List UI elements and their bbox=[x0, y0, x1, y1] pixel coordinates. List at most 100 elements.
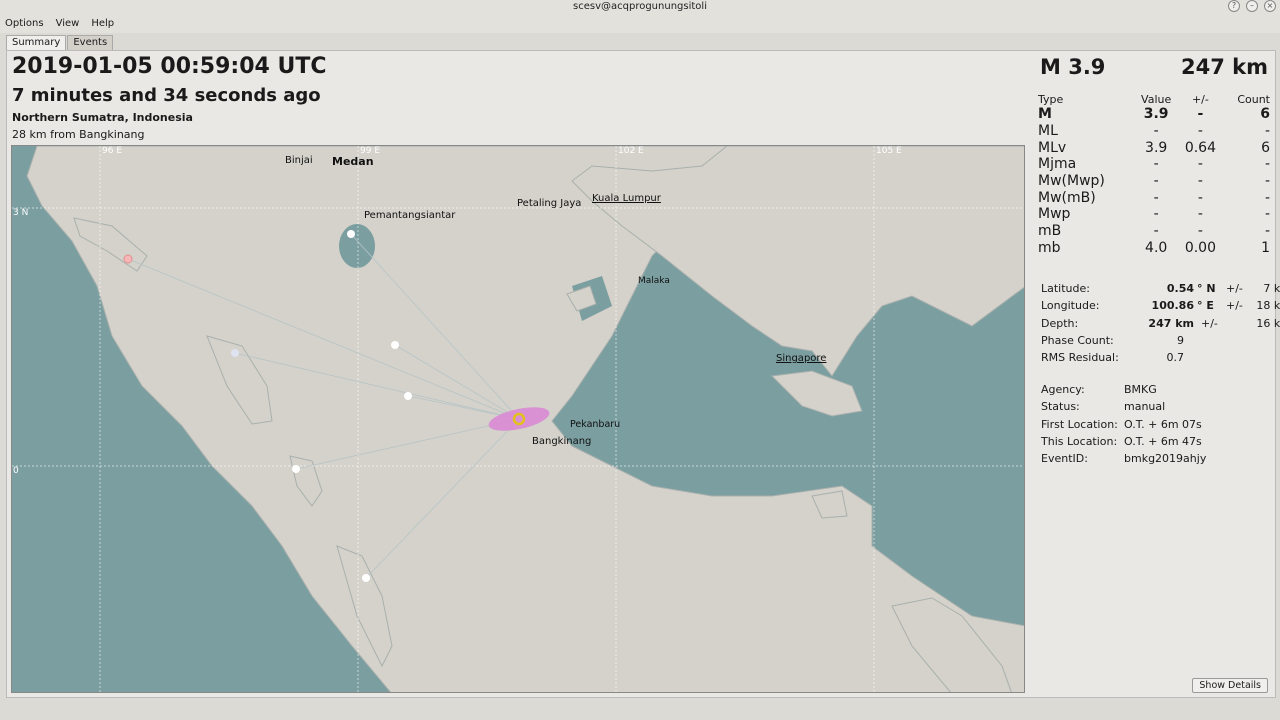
menu-view[interactable]: View bbox=[56, 18, 80, 29]
magnitude-cell-count: 1 bbox=[1261, 239, 1270, 256]
magnitude-row: MLv 3.9 0.64 6 bbox=[1038, 139, 1270, 156]
grid-label-lon: 105 E bbox=[876, 146, 902, 156]
station-marker bbox=[347, 230, 355, 238]
magnitude-cell-count: - bbox=[1264, 223, 1270, 240]
city-label-medan: Medan bbox=[332, 155, 374, 168]
magnitude-row: M 3.9 - 6 bbox=[1038, 106, 1270, 123]
magnitude-cell-type: mb bbox=[1038, 239, 1061, 256]
city-label-malaka: Malaka bbox=[638, 276, 670, 286]
city-label-pekanbaru: Pekanbaru bbox=[570, 419, 621, 430]
magnitude-cell-type: Mw(mB) bbox=[1038, 189, 1096, 206]
minimize-window-icon[interactable]: – bbox=[1246, 0, 1258, 12]
magnitude-table: Type Value +/- Count M 3.9-6 ML - - - MLv 3.9 0.… bbox=[1038, 93, 1270, 256]
magnitude-cell-err: - bbox=[1197, 206, 1203, 223]
magnitude-cell-value: - bbox=[1153, 156, 1159, 173]
window-title: scesv@acqprogunungsitoli bbox=[573, 1, 707, 12]
magnitude-cell-err: - bbox=[1197, 173, 1203, 190]
magnitude-cell-count: - bbox=[1264, 206, 1270, 223]
magnitude-row: Mw(mB) - - - bbox=[1038, 189, 1270, 206]
city-label-pemantangsiantar: Pemantangsiantar bbox=[364, 210, 456, 221]
window-titlebar: scesv@acqprogunungsitoli ? – × bbox=[0, 0, 1280, 14]
first-location-value: O.T. + 6m 07s bbox=[1124, 418, 1202, 431]
region-name: Northern Sumatra, Indonesia bbox=[12, 111, 193, 124]
tab-events[interactable]: Events bbox=[67, 35, 114, 51]
magnitude-cell-err: - bbox=[1197, 189, 1203, 206]
this-location-value: O.T. + 6m 47s bbox=[1124, 435, 1202, 448]
grid-label-lat: 3 N bbox=[13, 208, 29, 218]
help-window-icon[interactable]: ? bbox=[1228, 0, 1240, 12]
phase-count-label: Phase Count: bbox=[1041, 334, 1114, 347]
magnitude-cell-value: - bbox=[1153, 123, 1159, 140]
grid-label-lon: 102 E bbox=[618, 146, 644, 156]
map-canvas bbox=[12, 146, 1024, 692]
grid-label-lon: 96 E bbox=[102, 146, 122, 156]
magnitude-cell-type: Mw(Mwp) bbox=[1038, 173, 1105, 190]
col-header-value: Value bbox=[1141, 93, 1172, 106]
magnitude-cell-type: M bbox=[1038, 106, 1052, 123]
magnitude-cell-value: - bbox=[1153, 189, 1159, 206]
city-label-bangkinang: Bangkinang bbox=[532, 436, 592, 447]
station-marker bbox=[404, 392, 412, 400]
status-value: manual bbox=[1124, 400, 1166, 413]
close-window-icon[interactable]: × bbox=[1264, 0, 1276, 12]
magnitude-row: ML - - - bbox=[1038, 123, 1270, 140]
magnitude-cell-count: - bbox=[1264, 156, 1270, 173]
eventid-value: bmkg2019ahjy bbox=[1124, 452, 1207, 465]
magnitude-cell-type: ML bbox=[1038, 123, 1058, 140]
magnitude-row: Mjma - - - bbox=[1038, 156, 1270, 173]
magnitude-cell-count: 6 bbox=[1260, 106, 1270, 123]
lake-toba bbox=[339, 224, 375, 268]
col-header-type: Type bbox=[1038, 93, 1064, 106]
latitude-error: 7 km bbox=[1263, 282, 1280, 295]
time-ago: 7 minutes and 34 seconds ago bbox=[12, 85, 321, 106]
latitude-unit: ° N bbox=[1197, 282, 1216, 295]
magnitude-cell-value: - bbox=[1153, 173, 1159, 190]
latitude-label: Latitude: bbox=[1041, 282, 1090, 295]
show-details-button[interactable]: Show Details bbox=[1192, 678, 1268, 693]
magnitude-cell-count: - bbox=[1264, 173, 1270, 190]
magnitude-row: Mwp - - - bbox=[1038, 206, 1270, 223]
col-header-err: +/- bbox=[1191, 93, 1209, 106]
city-label-kuala-lumpur: Kuala Lumpur bbox=[592, 193, 661, 204]
magnitude-cell-value: 4.0 bbox=[1145, 239, 1168, 256]
magnitude-cell-err: - bbox=[1197, 106, 1204, 123]
magnitude-cell-err: - bbox=[1197, 156, 1203, 173]
col-header-count: Count bbox=[1237, 93, 1270, 106]
magnitude-row: mb 4.0 0.00 1 bbox=[1038, 240, 1270, 257]
phase-count-value: 9 bbox=[1177, 334, 1184, 347]
rms-label: RMS Residual: bbox=[1041, 351, 1119, 364]
magnitude-row: Mw(Mwp) - - - bbox=[1038, 173, 1270, 190]
station-marker bbox=[231, 349, 239, 357]
magnitude-cell-type: Mjma bbox=[1038, 156, 1077, 173]
this-location-label: This Location: bbox=[1041, 435, 1118, 448]
city-label-singapore: Singapore bbox=[776, 353, 827, 364]
depth-summary: 247 km bbox=[1181, 55, 1268, 79]
longitude-label: Longitude: bbox=[1041, 299, 1100, 312]
menubar: Options View Help bbox=[0, 13, 1280, 33]
magnitude-cell-count: - bbox=[1264, 189, 1270, 206]
longitude-error: 18 km bbox=[1256, 299, 1280, 312]
magnitude-cell-type: mB bbox=[1038, 223, 1062, 240]
city-label-petaling-jaya: Petaling Jaya bbox=[517, 198, 582, 209]
menu-options[interactable]: Options bbox=[5, 18, 44, 29]
station-marker bbox=[123, 254, 133, 264]
magnitude-cell-value: - bbox=[1153, 206, 1159, 223]
first-location-label: First Location: bbox=[1041, 418, 1118, 431]
magnitude-cell-err: 0.64 bbox=[1184, 139, 1216, 156]
station-marker bbox=[362, 574, 370, 582]
magnitude-cell-value: 3.9 bbox=[1145, 139, 1168, 156]
menu-help[interactable]: Help bbox=[91, 18, 114, 29]
station-marker bbox=[391, 341, 399, 349]
magnitude-cell-count: 6 bbox=[1261, 139, 1270, 156]
magnitude-row: mB - - - bbox=[1038, 223, 1270, 240]
event-map[interactable]: 96 E 99 E 102 E 105 E 3 N 0 Binjai Medan… bbox=[11, 145, 1025, 693]
longitude-value: 100.86 bbox=[1151, 299, 1194, 312]
magnitude-cell-type: MLv bbox=[1038, 139, 1067, 156]
rms-value: 0.7 bbox=[1166, 351, 1185, 364]
magnitude-cell-value: 3.9 bbox=[1143, 106, 1169, 123]
longitude-unit: ° E bbox=[1197, 299, 1214, 312]
tab-summary[interactable]: Summary bbox=[6, 35, 67, 51]
agency-label: Agency: bbox=[1041, 383, 1085, 396]
city-label-binjai: Binjai bbox=[285, 155, 313, 166]
grid-label-lat: 0 bbox=[13, 466, 19, 476]
